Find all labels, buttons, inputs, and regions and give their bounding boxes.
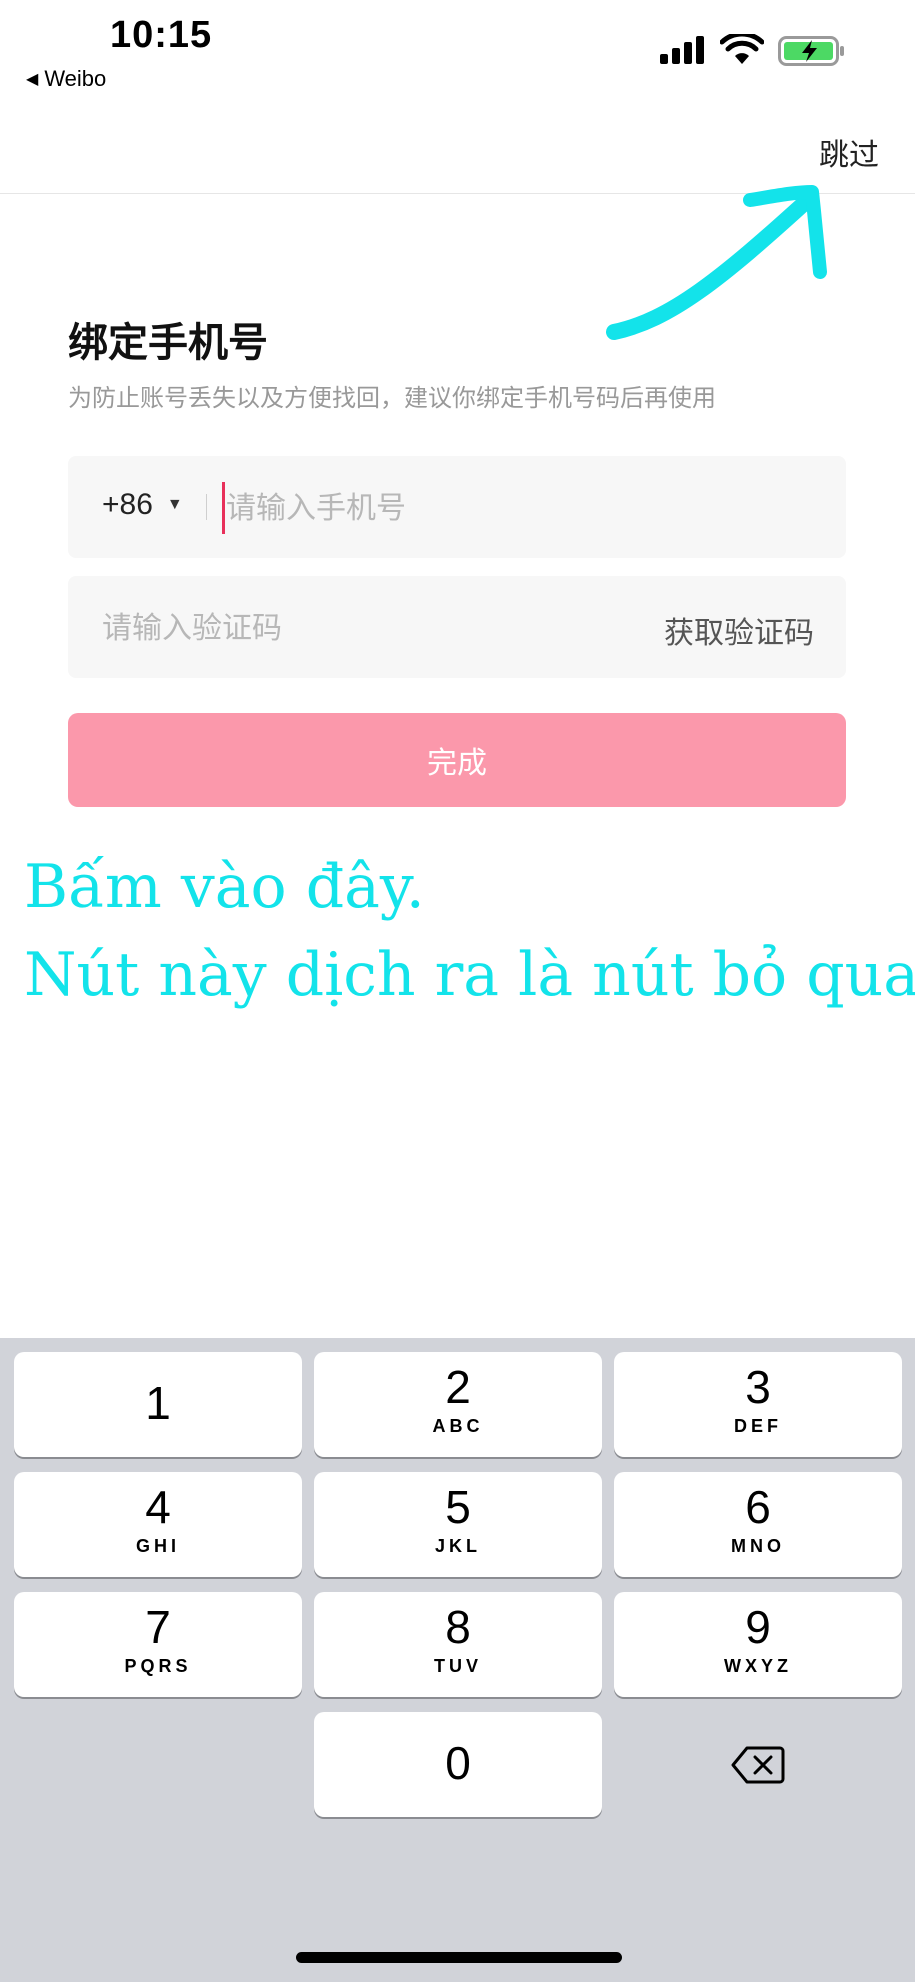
key-5[interactable]: 5 JKL	[314, 1472, 602, 1577]
key-8[interactable]: 8 TUV	[314, 1592, 602, 1697]
verification-code-field: 获取验证码	[68, 576, 846, 678]
key-digit: 8	[445, 1601, 471, 1653]
annotation-line-1: Bấm vào đây.	[24, 852, 425, 922]
country-code-divider	[206, 494, 207, 520]
battery-charging-icon	[778, 36, 844, 66]
status-time: 10:15	[110, 14, 213, 56]
back-app-label: Weibo	[44, 66, 107, 91]
caret-down-icon: ▼	[166, 496, 183, 513]
key-letters: MNO	[731, 1536, 785, 1556]
key-letters: PQRS	[124, 1656, 192, 1676]
key-digit: 6	[745, 1481, 771, 1533]
key-6[interactable]: 6 MNO	[614, 1472, 902, 1577]
key-digit: 5	[445, 1481, 471, 1533]
key-letters: ABC	[432, 1416, 484, 1436]
key-digit: 2	[445, 1361, 471, 1413]
done-button[interactable]: 完成	[68, 713, 846, 807]
key-digit: 4	[145, 1481, 171, 1533]
key-digit: 0	[445, 1737, 471, 1789]
numeric-keypad: 1 2 ABC 3 DEF 4 GHI 5 JKL 6 MNO 7 PQRS 8…	[0, 1338, 915, 1982]
back-to-app-button[interactable]: ◀ Weibo	[26, 66, 106, 92]
key-4[interactable]: 4 GHI	[14, 1472, 302, 1577]
skip-button[interactable]: 跳过	[819, 130, 879, 174]
get-code-button[interactable]: 获取验证码	[664, 608, 814, 652]
key-digit: 9	[745, 1601, 771, 1653]
key-letters: DEF	[734, 1416, 782, 1436]
verification-code-input[interactable]	[100, 602, 584, 654]
back-triangle-icon: ◀	[26, 71, 39, 88]
key-7[interactable]: 7 PQRS	[14, 1592, 302, 1697]
key-2[interactable]: 2 ABC	[314, 1352, 602, 1457]
key-digit: 1	[145, 1377, 171, 1429]
page-subtitle: 为防止账号丢失以及方便找回，建议你绑定手机号码后再使用	[68, 384, 716, 412]
key-letters: JKL	[434, 1536, 481, 1556]
annotation-line-2: Nút này dịch ra là nút bỏ qua	[24, 940, 915, 1010]
country-code-selector[interactable]: +86 ▼	[102, 488, 183, 522]
wifi-icon	[720, 34, 764, 64]
key-letters: GHI	[135, 1536, 180, 1556]
phone-input[interactable]	[224, 482, 788, 534]
backspace-icon	[731, 1746, 785, 1783]
annotation-arrow-icon	[606, 185, 827, 340]
key-letters: TUV	[434, 1656, 482, 1676]
key-9[interactable]: 9 WXYZ	[614, 1592, 902, 1697]
backspace-button[interactable]	[614, 1712, 902, 1817]
text-cursor	[222, 482, 225, 534]
key-3[interactable]: 3 DEF	[614, 1352, 902, 1457]
key-0[interactable]: 0	[314, 1712, 602, 1817]
key-digit: 3	[745, 1361, 771, 1413]
home-indicator	[296, 1952, 622, 1963]
key-digit: 7	[145, 1601, 171, 1653]
phone-field: +86 ▼	[68, 456, 846, 558]
key-letters: WXYZ	[724, 1656, 792, 1676]
page-title: 绑定手机号	[68, 320, 268, 366]
key-1[interactable]: 1	[14, 1352, 302, 1457]
country-code-value: +86	[102, 488, 153, 521]
cellular-signal-icon	[660, 36, 704, 64]
